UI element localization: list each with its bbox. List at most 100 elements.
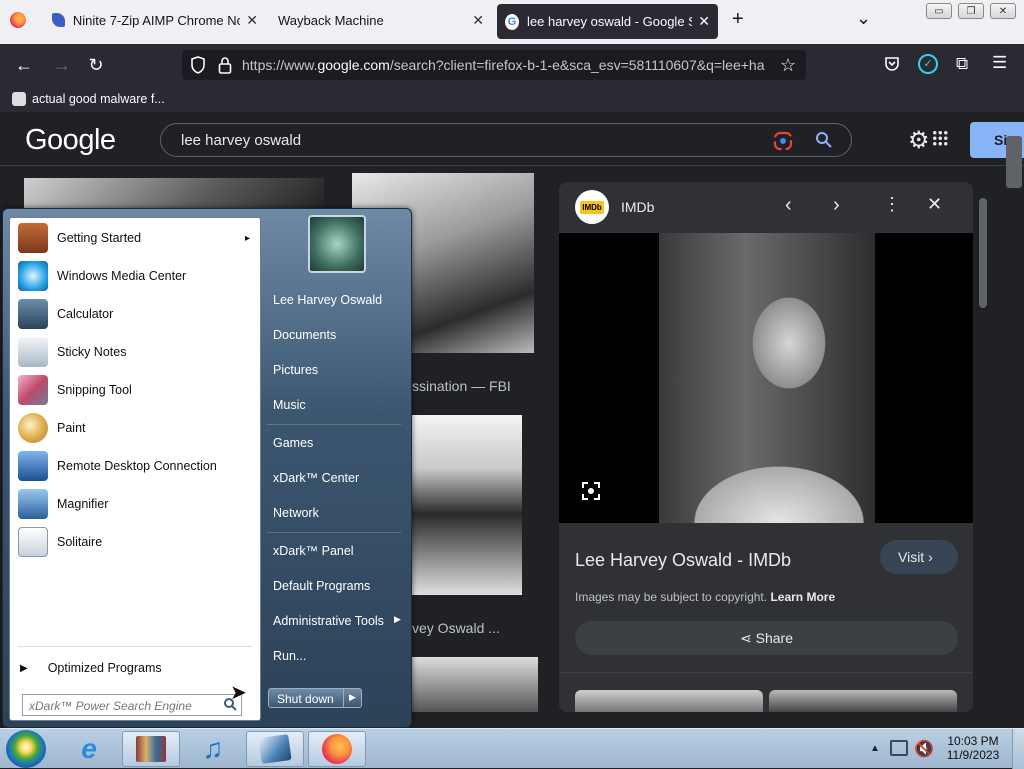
close-tab-icon[interactable]: ✕ — [466, 12, 484, 29]
result-title[interactable]: Lee Harvey Oswald - IMDb — [575, 550, 791, 571]
settings-gear-icon[interactable]: ⚙ — [908, 126, 930, 155]
program-label: Calculator — [57, 307, 114, 321]
taskbar-explorer[interactable] — [246, 731, 304, 767]
reload-button[interactable]: ↻ — [84, 53, 108, 77]
search-icon[interactable] — [815, 131, 833, 153]
result-image[interactable] — [412, 657, 538, 712]
next-icon[interactable]: › — [833, 194, 840, 217]
shutdown-button[interactable]: Shut down ▶ — [268, 688, 362, 708]
start-item-admin-tools[interactable]: Administrative Tools — [273, 614, 384, 628]
lens-icon[interactable] — [773, 131, 793, 155]
start-item-xdark-panel[interactable]: xDark™ Panel — [273, 544, 354, 558]
extensions-icon[interactable]: ⧉ — [956, 54, 968, 74]
copyright-notice: Images may be subject to copyright. Lear… — [575, 590, 835, 604]
hamburger-menu-icon[interactable]: ☰ — [992, 53, 1007, 73]
taskbar-internet-explorer[interactable]: e — [60, 731, 118, 767]
restore-button[interactable]: ❐ — [958, 3, 984, 19]
google-header: Google lee harvey oswald ⚙ Si — [0, 112, 1024, 188]
taskbar-library[interactable] — [122, 731, 180, 767]
tab-wayback[interactable]: Wayback Machine ✕ — [270, 0, 492, 40]
start-item-music[interactable]: Music — [273, 398, 306, 412]
extension-check-icon[interactable]: ✓ — [918, 54, 938, 74]
program-label: Snipping Tool — [57, 383, 132, 397]
program-label: Windows Media Center — [57, 269, 187, 283]
close-window-button[interactable]: ✕ — [990, 3, 1016, 19]
visit-button[interactable]: Visit › — [880, 540, 958, 574]
pocket-icon[interactable] — [884, 56, 900, 75]
program-snipping-tool[interactable]: Snipping Tool — [14, 372, 256, 408]
show-desktop-button[interactable] — [1012, 729, 1024, 769]
start-orb-button[interactable] — [6, 730, 46, 768]
program-calculator[interactable]: Calculator — [14, 296, 256, 332]
result-image[interactable] — [24, 178, 324, 212]
share-label: Share — [755, 630, 793, 646]
close-tab-icon[interactable]: ✕ — [692, 13, 710, 30]
url-bar[interactable]: https://www. google.com/search?client=fir… — [182, 50, 806, 80]
preview-image[interactable] — [659, 233, 875, 523]
learn-more-link[interactable]: Learn More — [770, 590, 835, 604]
start-item-games[interactable]: Games — [273, 436, 313, 450]
user-picture[interactable] — [308, 215, 366, 273]
search-input[interactable]: lee harvey oswald — [160, 123, 852, 157]
apps-grid-icon[interactable] — [932, 130, 948, 146]
page-scrollbar-thumb[interactable] — [1006, 136, 1022, 188]
start-item-documents[interactable]: Documents — [273, 328, 336, 342]
close-icon[interactable]: ✕ — [927, 194, 942, 215]
visit-label: Visit — [898, 549, 925, 565]
program-remote-desktop[interactable]: Remote Desktop Connection — [14, 448, 256, 484]
tab-ninite[interactable]: Ninite 7-Zip AIMP Chrome Note ✕ — [44, 0, 266, 40]
related-image[interactable] — [575, 690, 763, 712]
start-item-default-programs[interactable]: Default Programs — [273, 579, 370, 593]
start-item-user[interactable]: Lee Harvey Oswald — [273, 293, 382, 307]
new-tab-button[interactable]: + — [732, 8, 744, 31]
lens-search-icon[interactable] — [581, 481, 601, 504]
program-media-center[interactable]: Windows Media Center — [14, 258, 256, 294]
taskbar-firefox[interactable] — [308, 731, 366, 767]
start-item-run[interactable]: Run... — [273, 649, 306, 663]
program-sticky-notes[interactable]: Sticky Notes — [14, 334, 256, 370]
start-item-pictures[interactable]: Pictures — [273, 363, 318, 377]
volume-muted-icon[interactable]: 🔇 — [914, 739, 934, 759]
firefox-menu-icon[interactable] — [10, 12, 26, 31]
previous-icon[interactable]: ‹ — [785, 194, 792, 217]
close-tab-icon[interactable]: ✕ — [240, 12, 258, 29]
taskbar-music-player[interactable]: ♫ — [184, 731, 242, 767]
show-hidden-icons[interactable]: ▲ — [870, 743, 880, 754]
submenu-arrow-icon: ▸ — [244, 232, 250, 244]
result-caption[interactable]: ssination — FBI — [412, 378, 511, 394]
program-paint[interactable]: Paint — [14, 410, 256, 446]
source-name[interactable]: IMDb — [621, 199, 654, 215]
shield-icon[interactable] — [190, 56, 206, 77]
bookmark-star-icon[interactable]: ☆ — [780, 55, 796, 76]
share-button[interactable]: ⋖ Share — [575, 621, 958, 655]
back-button[interactable]: ← — [12, 53, 36, 77]
related-image[interactable] — [769, 690, 957, 712]
search-query: lee harvey oswald — [181, 131, 302, 149]
start-item-network[interactable]: Network — [273, 506, 319, 520]
result-image[interactable] — [410, 415, 522, 595]
lock-icon[interactable] — [218, 56, 232, 77]
remote-desktop-icon — [18, 451, 48, 481]
result-caption[interactable]: vey Oswald ... — [412, 620, 500, 636]
list-tabs-button[interactable]: ⌄ — [856, 8, 871, 29]
network-icon[interactable] — [890, 740, 908, 756]
shutdown-options-icon[interactable]: ▶ — [349, 692, 356, 703]
google-logo[interactable]: Google — [25, 124, 116, 157]
clock[interactable]: 10:03 PM 11/9/2023 — [946, 734, 1000, 762]
minimize-button[interactable]: ▭ — [926, 3, 952, 19]
tab-google-search[interactable]: G lee harvey oswald - Google Sear ✕ — [497, 4, 718, 39]
panel-scrollbar-thumb[interactable] — [979, 198, 987, 308]
program-getting-started[interactable]: Getting Started ▸ — [14, 220, 256, 256]
more-options-icon[interactable]: ⋮ — [883, 194, 901, 215]
share-icon: ⋖ — [740, 630, 752, 646]
program-solitaire[interactable]: Solitaire — [14, 524, 256, 560]
bookmark-item[interactable]: actual good malware f... — [32, 92, 165, 106]
forward-button[interactable]: → — [50, 53, 74, 77]
program-magnifier[interactable]: Magnifier — [14, 486, 256, 522]
divider — [343, 689, 344, 707]
optimized-programs[interactable]: ▶ Optimized Programs — [14, 650, 256, 686]
start-search-input[interactable]: xDark™ Power Search Engine — [22, 694, 242, 716]
library-icon — [136, 736, 166, 762]
panel-scrollbar[interactable] — [975, 182, 991, 712]
start-item-xdark-center[interactable]: xDark™ Center — [273, 471, 359, 485]
